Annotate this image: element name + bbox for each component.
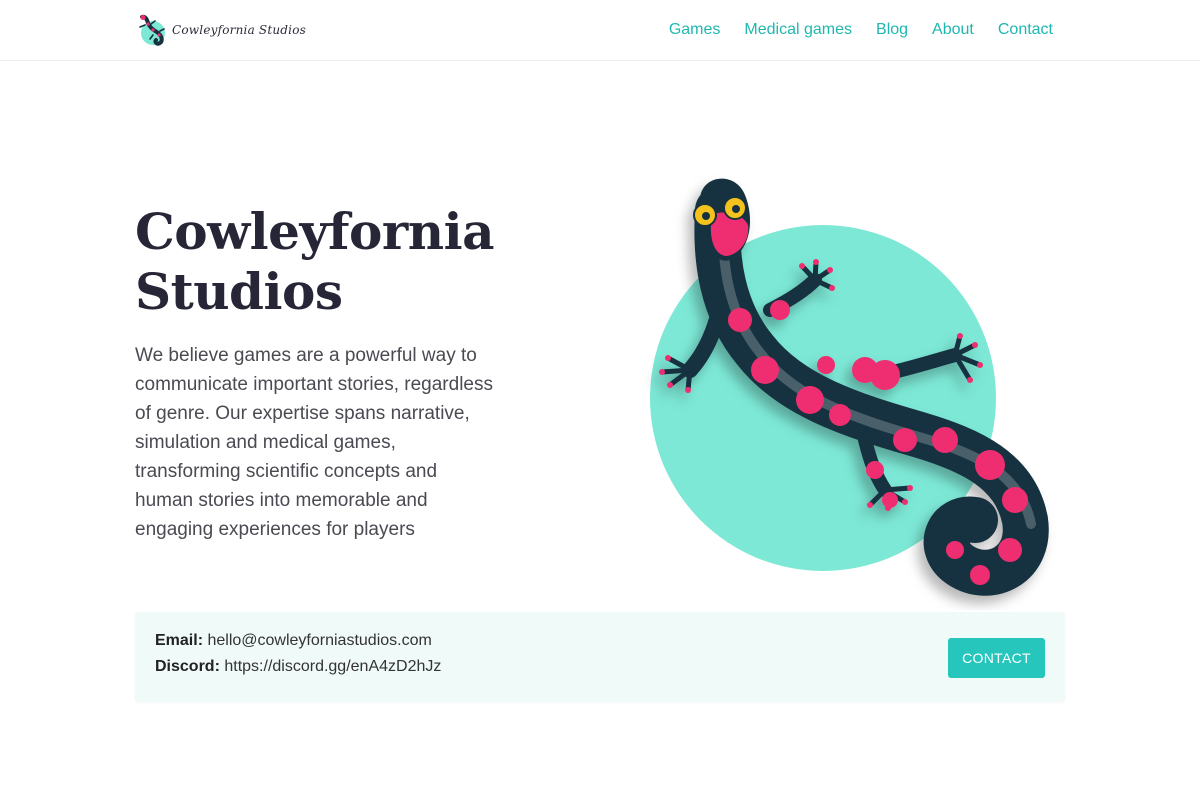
logo-text: Cowleyfornia Studios [172, 23, 307, 37]
discord-line: Discord: https://discord.gg/enA4zD2hJz [155, 658, 441, 676]
hero-title-line-2: Studios [135, 262, 343, 321]
hero-title-line-1: Cowleyfornia [135, 202, 495, 261]
nav-link-medical-games[interactable]: Medical games [744, 20, 852, 40]
gecko-logo-icon [139, 14, 165, 46]
hero-title: Cowleyfornia Studios [135, 202, 555, 322]
nav-link-blog[interactable]: Blog [876, 20, 908, 40]
site-logo[interactable]: Cowleyfornia Studios [136, 13, 306, 47]
email-label: Email: [155, 632, 204, 649]
nav-link-games[interactable]: Games [669, 20, 721, 40]
main-nav: Games Medical games Blog About Contact [669, 20, 1053, 40]
gecko-illustration-icon [650, 178, 1049, 596]
email-value[interactable]: hello@cowleyforniastudios.com [207, 632, 431, 649]
discord-label: Discord: [155, 658, 220, 675]
site-header: Cowleyfornia Studios Games Medical games… [0, 0, 1200, 61]
nav-link-contact[interactable]: Contact [998, 20, 1053, 40]
contact-panel: Email: hello@cowleyforniastudios.com Dis… [135, 612, 1065, 702]
discord-value[interactable]: https://discord.gg/enA4zD2hJz [224, 658, 441, 675]
hero-description: We believe games are a powerful way to c… [135, 345, 493, 540]
email-line: Email: hello@cowleyforniastudios.com [155, 632, 432, 650]
nav-link-about[interactable]: About [932, 20, 974, 40]
contact-button[interactable]: CONTACT [948, 638, 1045, 678]
